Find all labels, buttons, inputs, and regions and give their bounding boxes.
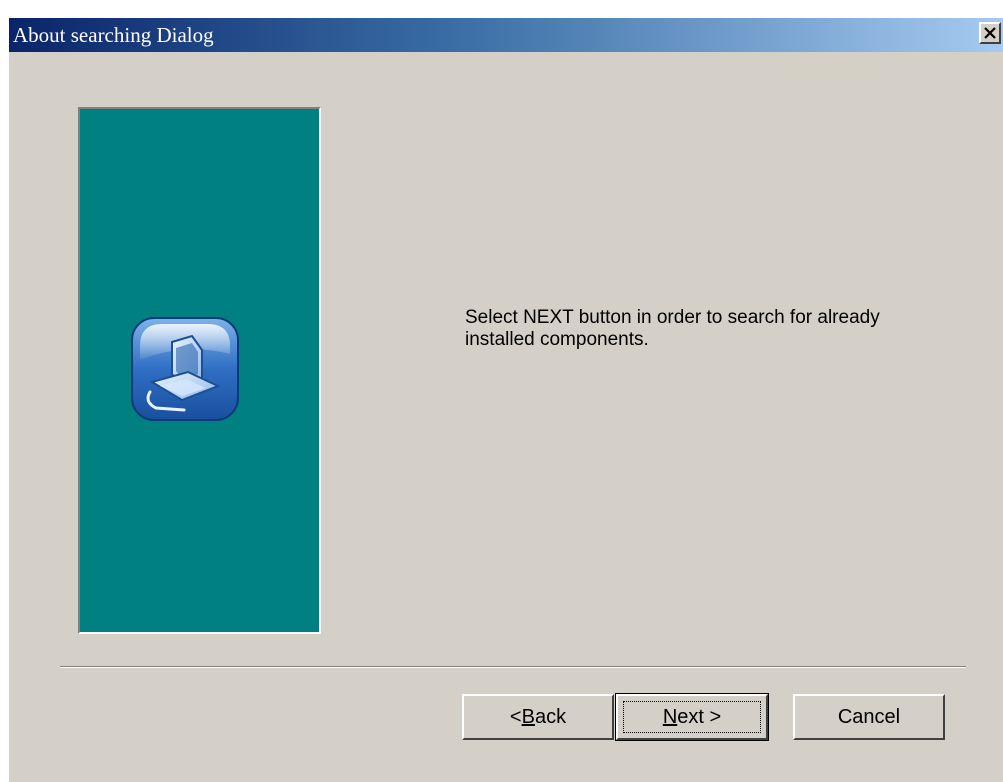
dialog-window: About searching Dialog Select NEXT butto… xyxy=(8,17,1003,782)
back-button-prefix: < xyxy=(509,705,522,728)
close-icon xyxy=(984,27,996,39)
wizard-side-panel xyxy=(78,107,321,634)
cancel-button-label: Cancel xyxy=(837,705,901,728)
window-title: About searching Dialog xyxy=(13,23,214,47)
next-button-mnemonic: N xyxy=(662,705,678,728)
title-bar[interactable]: About searching Dialog xyxy=(9,18,1003,52)
back-button-label-rest: ack xyxy=(534,705,567,728)
next-button[interactable]: Next > xyxy=(615,693,769,741)
computer-setup-icon xyxy=(131,317,239,421)
cancel-button[interactable]: Cancel xyxy=(793,694,945,740)
back-button-mnemonic: B xyxy=(521,705,535,728)
back-button[interactable]: < Back xyxy=(462,694,614,740)
close-button[interactable] xyxy=(979,22,1001,44)
instruction-text: Select NEXT button in order to search fo… xyxy=(465,307,880,350)
next-button-label-rest: ext > xyxy=(677,705,722,728)
button-separator xyxy=(60,666,966,668)
